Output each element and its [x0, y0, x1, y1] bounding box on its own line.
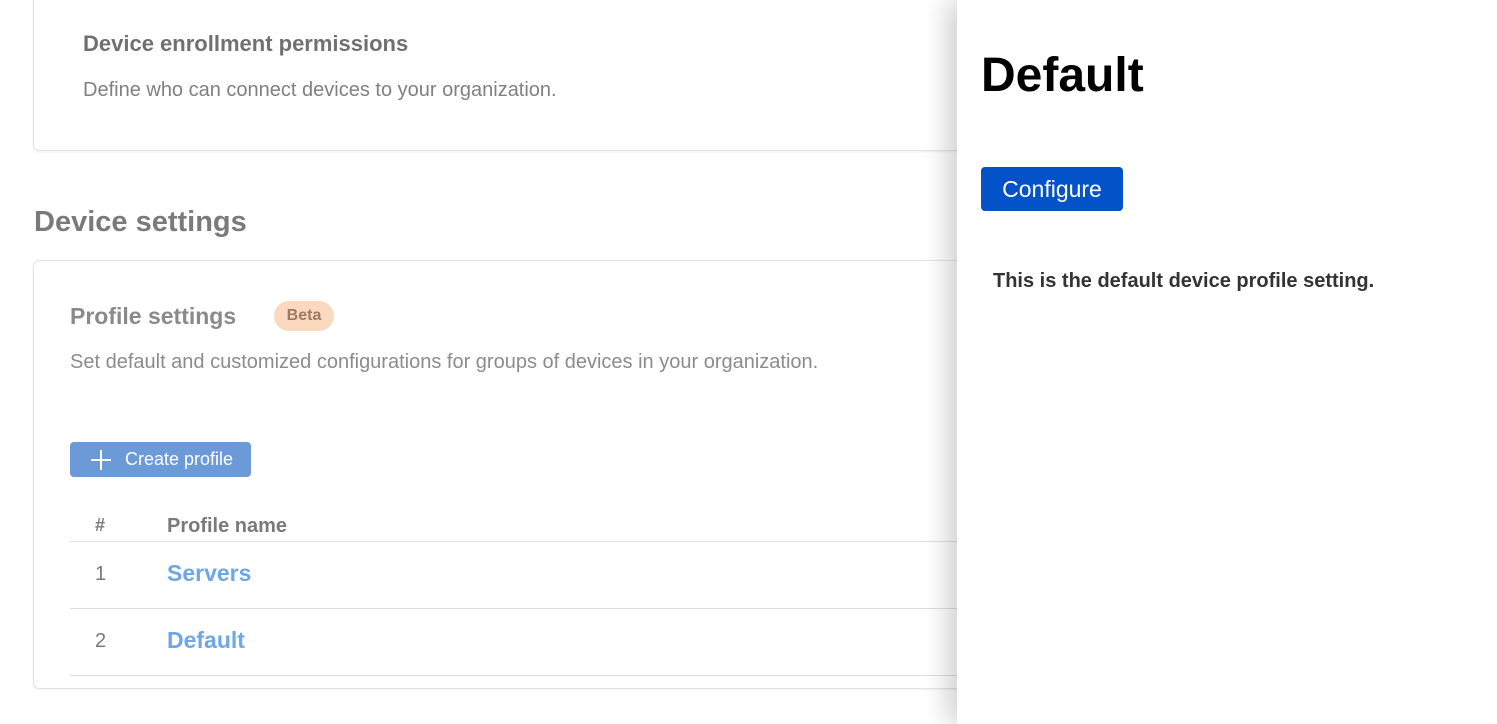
plus-icon: [91, 449, 111, 470]
create-profile-button[interactable]: Create profile: [70, 442, 251, 477]
profile-detail-panel: Default Configure This is the default de…: [957, 0, 1497, 724]
table-header: # Profile name: [70, 511, 1034, 542]
table-row[interactable]: 1 Servers: [70, 542, 1034, 609]
table-row[interactable]: 2 Default: [70, 609, 1034, 676]
column-header-number: #: [95, 515, 106, 535]
panel-title: Default: [981, 49, 1144, 102]
row-number: 2: [95, 630, 107, 652]
column-header-profile-name: Profile name: [167, 515, 288, 537]
row-number: 1: [95, 563, 107, 585]
enrollment-permissions-card[interactable]: Device enrollment permissions Define who…: [33, 0, 1035, 151]
panel-description: This is the default device profile setti…: [993, 270, 1375, 292]
enrollment-description: Define who can connect devices to your o…: [83, 79, 557, 101]
configure-button[interactable]: Configure: [981, 167, 1123, 211]
profile-link-default[interactable]: Default: [167, 627, 245, 654]
profile-settings-description: Set default and customized configuration…: [70, 351, 819, 373]
device-settings-heading: Device settings: [34, 206, 247, 238]
enrollment-title: Device enrollment permissions: [83, 31, 409, 56]
beta-badge: Beta: [274, 301, 334, 331]
profile-settings-title: Profile settings: [70, 303, 237, 329]
create-profile-label: Create profile: [125, 449, 234, 469]
profile-settings-card: Profile settings Beta Set default and cu…: [33, 260, 1035, 689]
page: Device enrollment permissions Define who…: [0, 0, 1497, 724]
profile-link-servers[interactable]: Servers: [167, 560, 251, 587]
profiles-table: # Profile name 1 Servers 2 Default: [70, 511, 1034, 676]
